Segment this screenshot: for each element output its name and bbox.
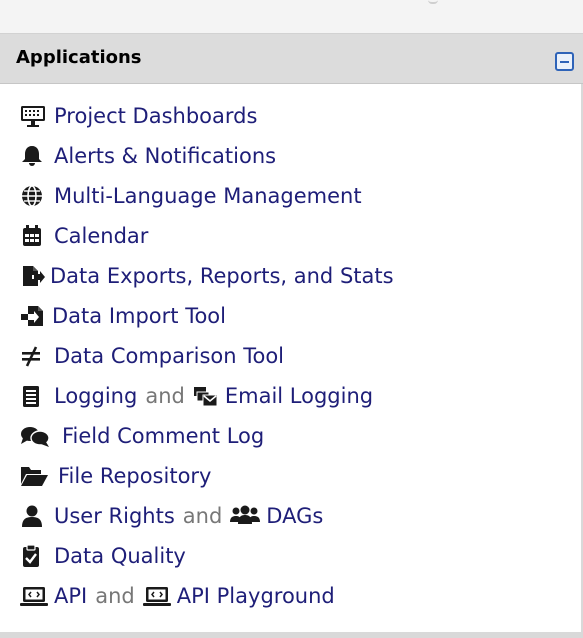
- menu-item-user-rights-row: User Rights and DAGs: [20, 500, 323, 532]
- collapse-button[interactable]: [555, 52, 574, 71]
- menu-item-label[interactable]: File Repository: [58, 464, 211, 488]
- mail-bulk-icon: [193, 384, 219, 408]
- user-icon: [20, 504, 46, 528]
- globe-icon: [20, 184, 46, 208]
- comments-icon: [20, 424, 54, 448]
- file-import-icon: [20, 304, 46, 328]
- menu-item-multi-language[interactable]: Multi-Language Management: [20, 180, 362, 212]
- dashboard-monitor-icon: [20, 104, 46, 128]
- connector-text: and: [182, 504, 223, 528]
- file-export-icon: [20, 264, 46, 288]
- laptop-code-icon: [142, 584, 171, 608]
- menu-item-label[interactable]: Field Comment Log: [62, 424, 264, 448]
- bottom-strip: [0, 632, 583, 638]
- menu-item-label[interactable]: Alerts & Notifications: [54, 144, 276, 168]
- menu-item-data-comparison[interactable]: Data Comparison Tool: [20, 340, 284, 372]
- menu-item-label[interactable]: Data Quality: [54, 544, 186, 568]
- menu-item-data-quality[interactable]: Data Quality: [20, 540, 186, 572]
- laptop-code-icon: [20, 584, 48, 608]
- connector-text: and: [145, 384, 185, 408]
- top-strip: [0, 0, 583, 34]
- menu-item-api-row: API and API Playground: [20, 580, 335, 612]
- connector-text: and: [95, 584, 135, 608]
- dags-link[interactable]: DAGs: [266, 504, 323, 528]
- bell-icon: [20, 144, 46, 168]
- partial-element: [428, 0, 438, 4]
- panel-title: Applications: [16, 47, 142, 68]
- menu-item-label[interactable]: Data Exports, Reports, and Stats: [50, 264, 394, 288]
- menu-item-label[interactable]: Data Comparison Tool: [54, 344, 284, 368]
- menu-item-data-exports[interactable]: Data Exports, Reports, and Stats: [20, 260, 394, 292]
- logging-link[interactable]: Logging: [54, 384, 137, 408]
- menu-item-label[interactable]: Data Import Tool: [52, 304, 226, 328]
- menu-item-calendar[interactable]: Calendar: [20, 220, 148, 252]
- calendar-icon: [20, 224, 46, 248]
- users-group-icon: [230, 504, 261, 528]
- panel-header: Applications: [0, 34, 583, 84]
- folder-open-icon: [20, 464, 50, 488]
- menu-item-field-comment-log[interactable]: Field Comment Log: [20, 420, 264, 452]
- menu-item-data-import[interactable]: Data Import Tool: [20, 300, 226, 332]
- menu-item-label[interactable]: Project Dashboards: [54, 104, 257, 128]
- menu-item-file-repository[interactable]: File Repository: [20, 460, 211, 492]
- api-link[interactable]: API: [54, 584, 87, 608]
- applications-panel: Applications Project Dashboards Alerts &…: [0, 34, 583, 638]
- menu-item-label[interactable]: Calendar: [54, 224, 148, 248]
- user-rights-link[interactable]: User Rights: [54, 504, 175, 528]
- menu-item-label[interactable]: Multi-Language Management: [54, 184, 362, 208]
- list-document-icon: [20, 384, 46, 408]
- email-logging-link[interactable]: Email Logging: [225, 384, 373, 408]
- clipboard-check-icon: [20, 544, 46, 568]
- menu-item-project-dashboards[interactable]: Project Dashboards: [20, 100, 257, 132]
- menu-item-logging-row: Logging and Email Logging: [20, 380, 373, 412]
- api-playground-link[interactable]: API Playground: [177, 584, 335, 608]
- menu-item-alerts-notifications[interactable]: Alerts & Notifications: [20, 140, 276, 172]
- not-equal-icon: [20, 344, 46, 368]
